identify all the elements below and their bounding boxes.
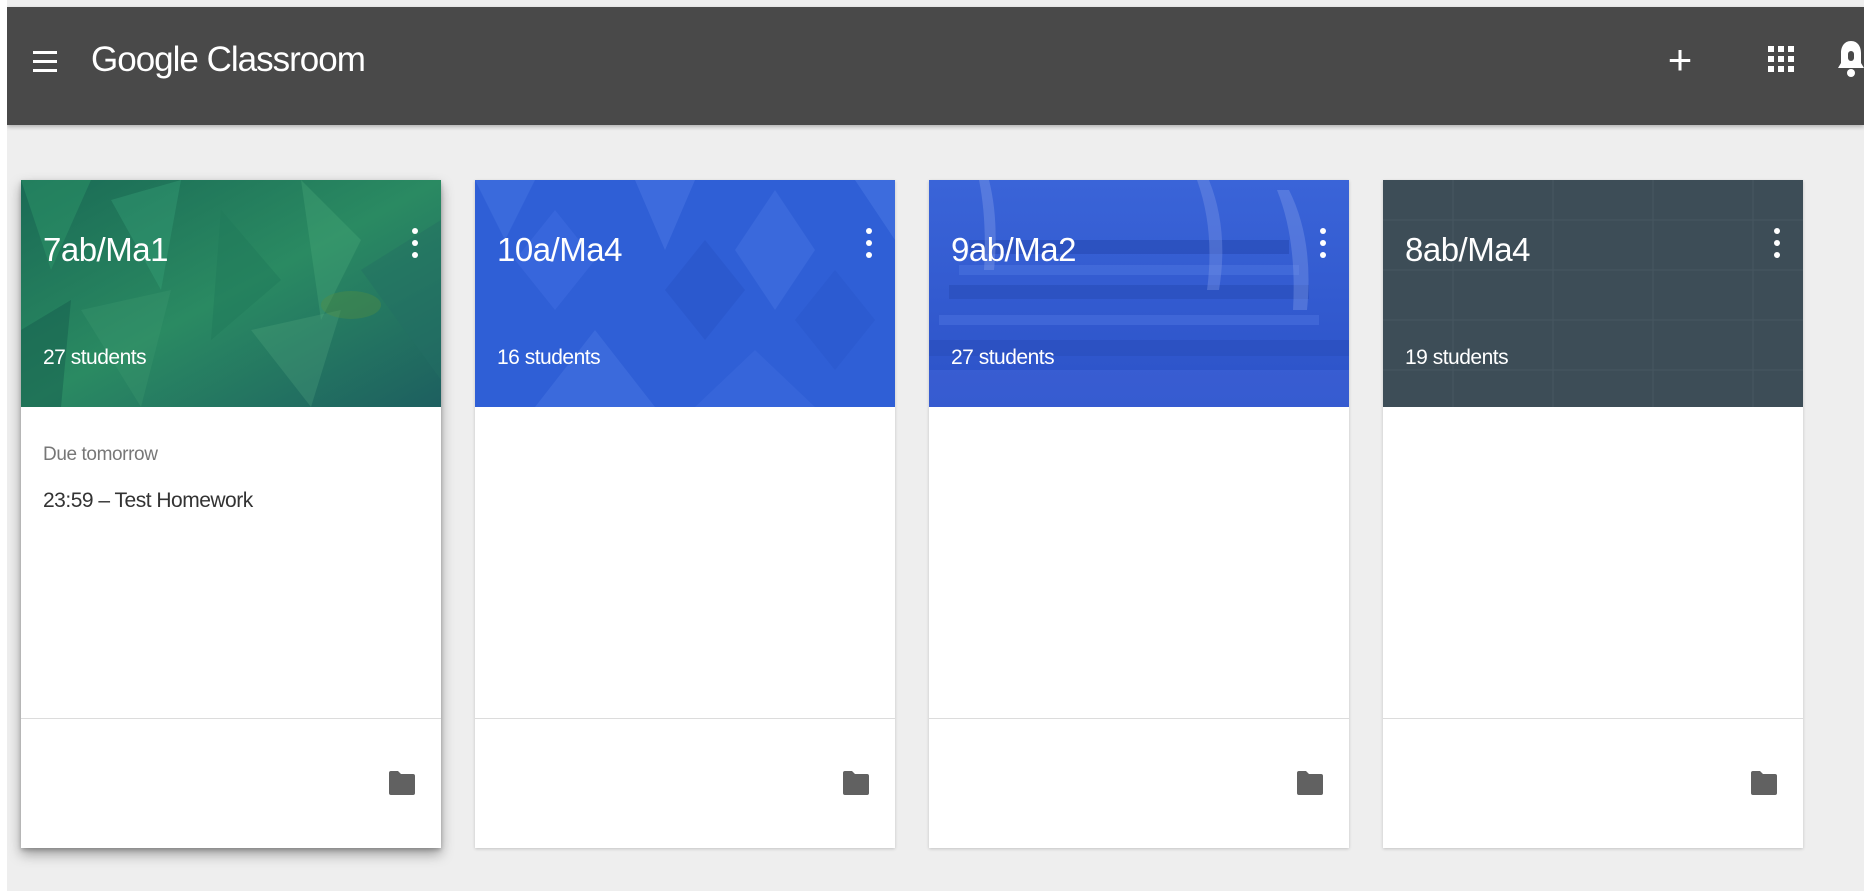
top-app-bar: Google Classroom + — [7, 7, 1864, 125]
class-card-header[interactable]: 10a/Ma4 16 students — [475, 180, 895, 407]
class-banner-image — [929, 180, 1349, 407]
folder-icon[interactable] — [1296, 770, 1324, 796]
apps-grid-icon[interactable] — [1768, 46, 1794, 72]
more-vert-icon[interactable] — [1771, 226, 1781, 262]
class-card: 9ab/Ma2 27 students — [929, 180, 1349, 848]
class-card-body — [929, 407, 1349, 717]
class-card-body: Due tomorrow 23:59 – Test Homework — [21, 407, 441, 717]
due-label: Due tomorrow — [43, 444, 158, 465]
class-card: 8ab/Ma4 19 students — [1383, 180, 1803, 848]
class-name: 9ab/Ma2 — [951, 231, 1076, 268]
card-divider — [929, 718, 1349, 719]
card-divider — [475, 718, 895, 719]
plus-icon[interactable]: + — [1662, 39, 1698, 81]
class-banner-image — [21, 180, 441, 407]
class-banner-image — [1383, 180, 1803, 407]
class-name: 8ab/Ma4 — [1405, 231, 1530, 268]
class-name: 10a/Ma4 — [497, 231, 622, 268]
app-title: Google Classroom — [91, 40, 366, 79]
class-card-body — [1383, 407, 1803, 717]
folder-icon[interactable] — [388, 770, 416, 796]
student-count: 27 students — [951, 346, 1055, 369]
student-count: 27 students — [43, 346, 147, 369]
hamburger-menu-icon[interactable] — [33, 47, 57, 77]
card-divider — [1383, 718, 1803, 719]
classroom-window: Google Classroom + 7ab/Ma1 27 students D… — [0, 0, 1864, 891]
more-vert-icon[interactable] — [1317, 226, 1327, 262]
more-vert-icon[interactable] — [863, 226, 873, 262]
class-card: 7ab/Ma1 27 students Due tomorrow 23:59 –… — [21, 180, 441, 848]
card-divider — [21, 718, 441, 719]
class-card-body — [475, 407, 895, 717]
class-banner-image — [475, 180, 895, 407]
class-card-header[interactable]: 7ab/Ma1 27 students — [21, 180, 441, 407]
class-card-header[interactable]: 9ab/Ma2 27 students — [929, 180, 1349, 407]
notifications-icon[interactable] — [1836, 37, 1864, 79]
folder-icon[interactable] — [1750, 770, 1778, 796]
class-card-header[interactable]: 8ab/Ma4 19 students — [1383, 180, 1803, 407]
class-name: 7ab/Ma1 — [43, 231, 168, 268]
student-count: 19 students — [1405, 346, 1509, 369]
student-count: 16 students — [497, 346, 601, 369]
more-vert-icon[interactable] — [409, 226, 419, 262]
class-card: 10a/Ma4 16 students — [475, 180, 895, 848]
folder-icon[interactable] — [842, 770, 870, 796]
due-assignment-link[interactable]: 23:59 – Test Homework — [43, 488, 253, 514]
